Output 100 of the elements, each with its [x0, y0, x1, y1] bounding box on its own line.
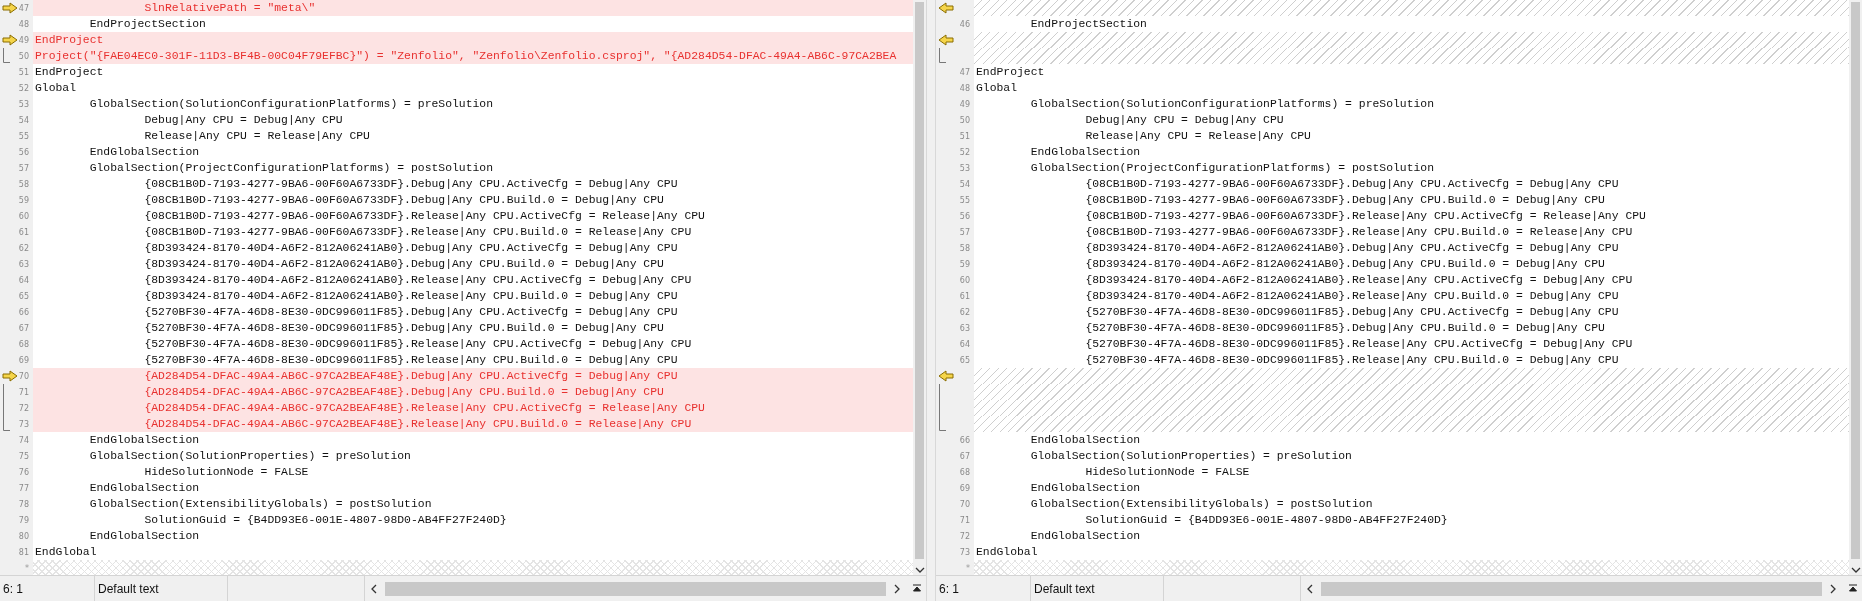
code-line: GlobalSection(ProjectConfigurationPlatforms) = postSolution	[88, 161, 493, 176]
code-line: {5270BF30-4F7A-46D8-8E30-0DC996011F85}.Release|Any CPU.ActiveCfg = Debug|Any CPU	[143, 337, 692, 352]
code-line: EndGlobalSection	[1029, 529, 1141, 544]
line-number: 79	[18, 515, 29, 525]
line-number: 63	[959, 323, 970, 333]
code-line: {8D393424-8170-40D4-A6F2-812A06241AB0}.Release|Any CPU.ActiveCfg = Debug|Any CPU	[1084, 273, 1633, 288]
code-line: {8D393424-8170-40D4-A6F2-812A06241AB0}.Debug|Any CPU.ActiveCfg = Debug|Any CPU	[1084, 241, 1619, 256]
line-number: 72	[18, 403, 29, 413]
code-line: EndGlobalSection	[1029, 433, 1141, 448]
code-line: {8D393424-8170-40D4-A6F2-812A06241AB0}.Debug|Any CPU.Build.0 = Debug|Any CPU	[1084, 257, 1605, 272]
line-number: 48	[18, 19, 29, 29]
code-line: {8D393424-8170-40D4-A6F2-812A06241AB0}.Debug|Any CPU.ActiveCfg = Debug|Any CPU	[143, 241, 678, 256]
code-line: GlobalSection(ProjectConfigurationPlatforms) = postSolution	[1029, 161, 1434, 176]
code-line: GlobalSection(SolutionConfigurationPlatforms) = preSolution	[1029, 97, 1434, 112]
vertical-scrollbar[interactable]	[1849, 0, 1862, 575]
line-number: 76	[18, 467, 29, 477]
line-number: 54	[959, 179, 970, 189]
line-number: 67	[18, 323, 29, 333]
code-line: EndProject	[35, 65, 104, 80]
line-number: 47	[18, 3, 29, 13]
code-line: Debug|Any CPU = Debug|Any CPU	[143, 113, 343, 128]
code-line: EndProjectSection	[1029, 17, 1147, 32]
code-line: HideSolutionNode = FALSE	[143, 465, 309, 480]
code-line: {5270BF30-4F7A-46D8-8E30-0DC996011F85}.Debug|Any CPU.Build.0 = Debug|Any CPU	[1084, 321, 1605, 336]
arrow-icon[interactable]	[938, 2, 954, 14]
line-number: 65	[18, 291, 29, 301]
code-line: {08CB1B0D-7193-4277-9BA6-00F60A6733DF}.Debug|Any CPU.Build.0 = Debug|Any CPU	[1084, 193, 1605, 208]
arrow-icon[interactable]	[938, 370, 954, 382]
vertical-scrollbar[interactable]	[913, 0, 926, 575]
arrow-icon[interactable]	[938, 34, 954, 46]
line-number: 73	[18, 419, 29, 429]
line-number: 73	[959, 547, 970, 557]
line-number: 75	[18, 451, 29, 461]
arrow-icon[interactable]	[2, 2, 18, 14]
line-number: 74	[18, 435, 29, 445]
code-line: {08CB1B0D-7193-4277-9BA6-00F60A6733DF}.Release|Any CPU.Build.0 = Release|Any CPU	[1084, 225, 1633, 240]
code-line: EndGlobal	[35, 545, 97, 560]
code-line: SlnRelativePath = "meta\"	[143, 1, 316, 16]
code-line: GlobalSection(ExtensibilityGlobals) = postSolution	[88, 497, 432, 512]
code-line: GlobalSection(SolutionProperties) = preSolution	[88, 449, 411, 464]
code-line: {AD284D54-DFAC-49A4-AB6C-97CA2BEAF48E}.Release|Any CPU.Build.0 = Release|Any CPU	[143, 417, 692, 432]
code-line: {AD284D54-DFAC-49A4-AB6C-97CA2BEAF48E}.Release|Any CPU.ActiveCfg = Release|Any CPU	[143, 401, 705, 416]
end-marker: *	[966, 563, 970, 573]
line-number: 71	[18, 387, 29, 397]
code-line: SolutionGuid = {B4DD93E6-001E-4807-98D0-AB4FF27F240D}	[1084, 513, 1448, 528]
bracket-end-icon	[2, 416, 10, 432]
code-line: {8D393424-8170-40D4-A6F2-812A06241AB0}.Release|Any CPU.Build.0 = Debug|Any CPU	[1084, 289, 1619, 304]
split-icon[interactable]	[912, 583, 922, 594]
syntax-mode[interactable]: Default text	[1031, 576, 1164, 601]
code-line: {AD284D54-DFAC-49A4-AB6C-97CA2BEAF48E}.Debug|Any CPU.ActiveCfg = Debug|Any CPU	[143, 369, 678, 384]
line-number: 60	[18, 211, 29, 221]
code-line: EndGlobalSection	[1029, 481, 1141, 496]
code-line: {08CB1B0D-7193-4277-9BA6-00F60A6733DF}.Debug|Any CPU.ActiveCfg = Debug|Any CPU	[1084, 177, 1619, 192]
line-number: 61	[959, 291, 970, 301]
line-number: 72	[959, 531, 970, 541]
code-line: Debug|Any CPU = Debug|Any CPU	[1084, 113, 1284, 128]
line-number: 51	[18, 67, 29, 77]
arrow-icon[interactable]	[2, 34, 18, 46]
line-number: 51	[959, 131, 970, 141]
line-number: 58	[959, 243, 970, 253]
scrollbar-thumb[interactable]	[1851, 2, 1860, 559]
syntax-mode[interactable]: Default text	[95, 576, 228, 601]
code-line: EndProjectSection	[88, 17, 206, 32]
line-number: 69	[18, 355, 29, 365]
arrow-icon[interactable]	[2, 370, 18, 382]
line-number: 68	[959, 467, 970, 477]
line-number: 55	[959, 195, 970, 205]
bracket-end-icon	[2, 48, 10, 64]
line-number: 59	[959, 259, 970, 269]
line-number: 57	[959, 227, 970, 237]
code-line: Release|Any CPU = Release|Any CPU	[143, 129, 370, 144]
bracket-end-icon	[938, 48, 946, 64]
line-number: 70	[959, 499, 970, 509]
line-number: 56	[18, 147, 29, 157]
scrollbar-thumb[interactable]	[385, 581, 886, 596]
line-number: 64	[959, 339, 970, 349]
code-line: {08CB1B0D-7193-4277-9BA6-00F60A6733DF}.Release|Any CPU.ActiveCfg = Release|Any CPU	[143, 209, 705, 224]
code-line: {08CB1B0D-7193-4277-9BA6-00F60A6733DF}.Release|Any CPU.ActiveCfg = Release|Any CPU	[1084, 209, 1646, 224]
code-line: {8D393424-8170-40D4-A6F2-812A06241AB0}.Release|Any CPU.Build.0 = Debug|Any CPU	[143, 289, 678, 304]
code-line: SolutionGuid = {B4DD93E6-001E-4807-98D0-AB4FF27F240D}	[143, 513, 507, 528]
line-number: 50	[18, 51, 29, 61]
line-number: 66	[959, 435, 970, 445]
scrollbar-thumb[interactable]	[1321, 581, 1822, 596]
code-line: {5270BF30-4F7A-46D8-8E30-0DC996011F85}.Debug|Any CPU.ActiveCfg = Debug|Any CPU	[1084, 305, 1619, 320]
code-line: Project("{FAE04EC0-301F-11D3-BF4B-00C04F79EFBC}") = "Zenfolio", "Zenfolio\Zenfolio.csproj", "{AD284D54-DFAC-49A4-AB6C-97CA2BEA	[35, 49, 897, 64]
line-number: 77	[18, 483, 29, 493]
code-line: Release|Any CPU = Release|Any CPU	[1084, 129, 1311, 144]
cursor-position: 6: 1	[0, 576, 95, 601]
code-line: EndGlobal	[976, 545, 1038, 560]
scrollbar-thumb[interactable]	[915, 2, 924, 559]
line-number: 53	[18, 99, 29, 109]
split-icon[interactable]	[1848, 583, 1858, 594]
code-line: {08CB1B0D-7193-4277-9BA6-00F60A6733DF}.Debug|Any CPU.ActiveCfg = Debug|Any CPU	[143, 177, 678, 192]
end-marker: *	[25, 563, 29, 573]
line-number: 69	[959, 483, 970, 493]
line-number: 68	[18, 339, 29, 349]
code-line: {AD284D54-DFAC-49A4-AB6C-97CA2BEAF48E}.Debug|Any CPU.Build.0 = Debug|Any CPU	[143, 385, 664, 400]
code-line: {8D393424-8170-40D4-A6F2-812A06241AB0}.Debug|Any CPU.Build.0 = Debug|Any CPU	[143, 257, 664, 272]
line-number: 60	[959, 275, 970, 285]
line-number: 54	[18, 115, 29, 125]
